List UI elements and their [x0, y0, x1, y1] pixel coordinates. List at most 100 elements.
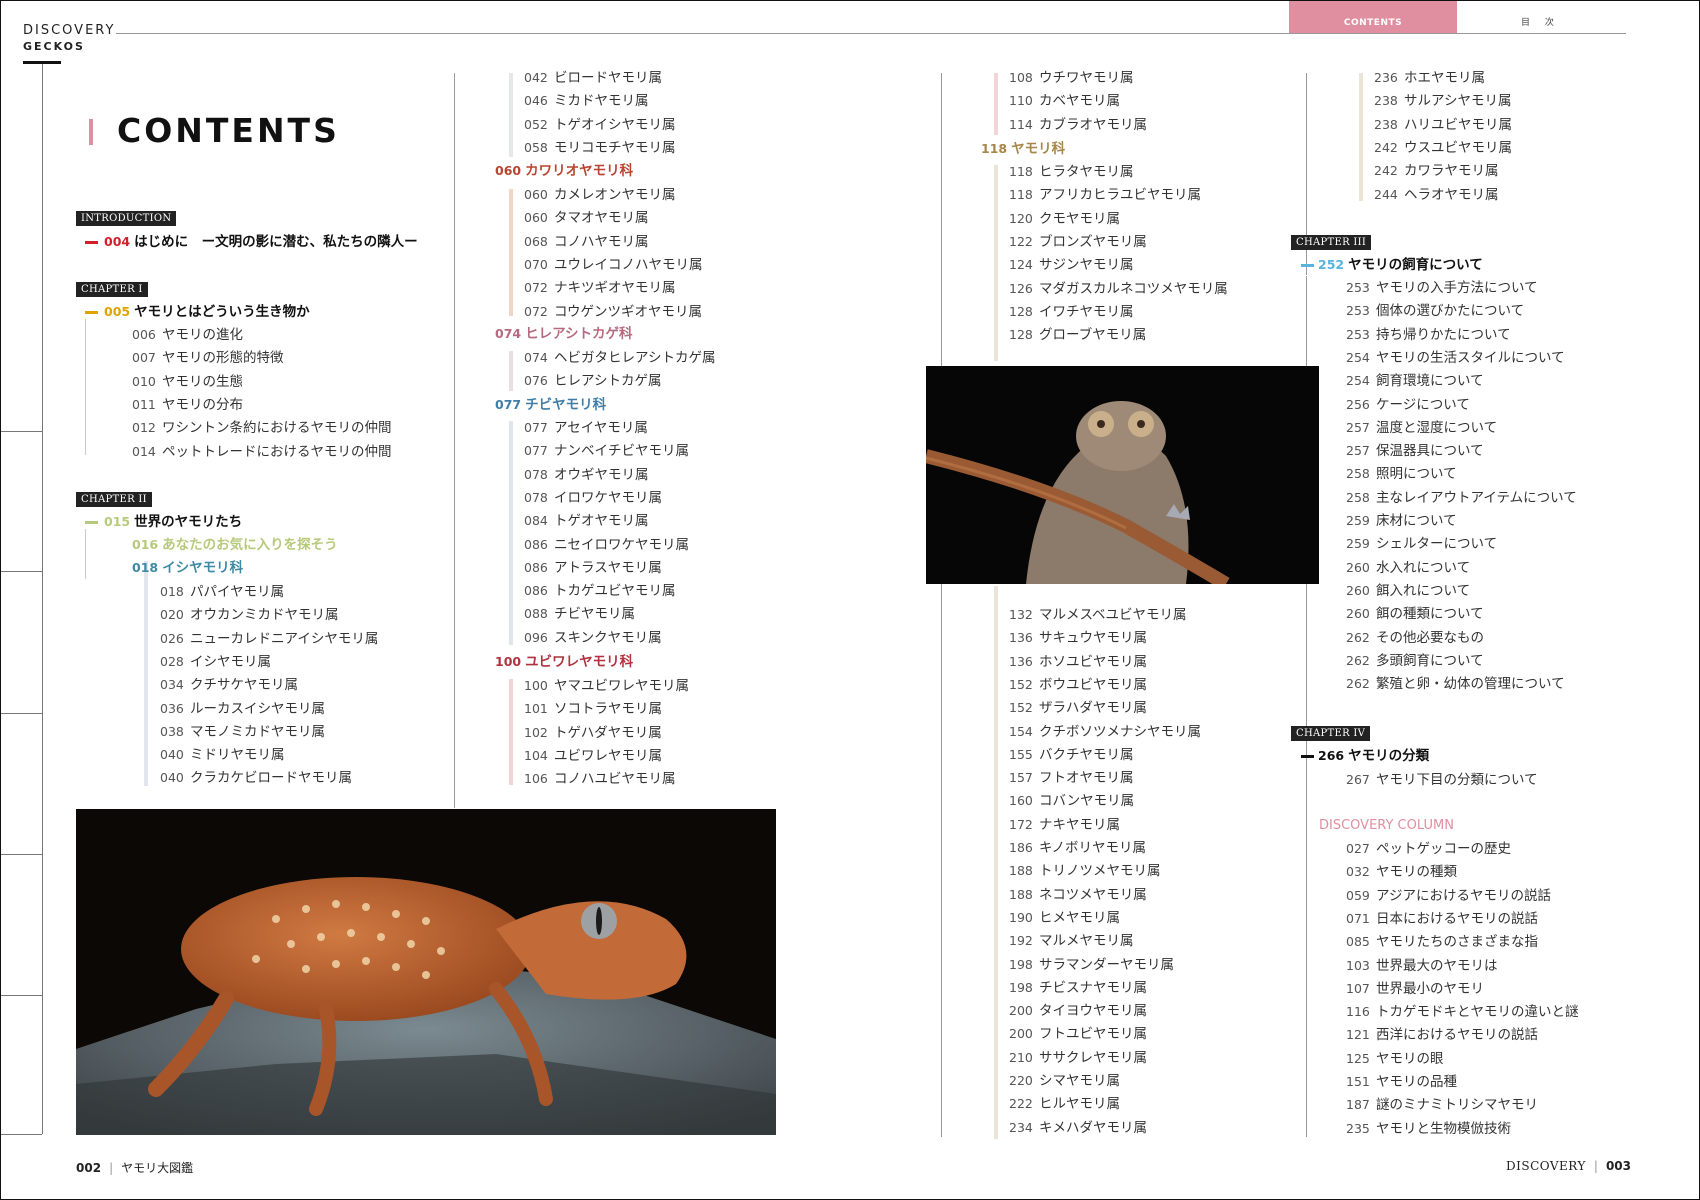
toc-entry[interactable]: 260 餌入れについて: [1346, 582, 1470, 600]
toc-entry[interactable]: 078 イロワケヤモリ属: [524, 489, 662, 507]
toc-entry[interactable]: 059 アジアにおけるヤモリの説話: [1346, 887, 1551, 905]
toc-entry[interactable]: 060 カメレオンヤモリ属: [524, 186, 676, 204]
toc-entry[interactable]: 253 持ち帰りかたについて: [1346, 326, 1511, 344]
toc-entry[interactable]: 088 チビヤモリ属: [524, 605, 635, 623]
toc-entry[interactable]: 188 ネコツメヤモリ属: [1009, 886, 1147, 904]
toc-entry[interactable]: 011 ヤモリの分布: [132, 396, 243, 414]
toc-entry[interactable]: 084 トゲオヤモリ属: [524, 512, 649, 530]
toc-entry[interactable]: 257 保温器具について: [1346, 442, 1484, 460]
toc-entry[interactable]: 038 マモノミカドヤモリ属: [160, 723, 325, 741]
toc-entry[interactable]: 258 主なレイアウトアイテムについて: [1346, 489, 1577, 507]
toc-entry[interactable]: 132 マルメスベユビヤモリ属: [1009, 606, 1187, 624]
toc-entry[interactable]: 100 ヤマユビワレヤモリ属: [524, 677, 689, 695]
toc-entry[interactable]: 235 ヤモリと生物模倣技術: [1346, 1120, 1511, 1138]
toc-entry[interactable]: 128 イワチヤモリ属: [1009, 303, 1134, 321]
toc-entry[interactable]: 042 ビロードヤモリ属: [524, 69, 662, 87]
toc-entry[interactable]: 256 ケージについて: [1346, 396, 1470, 414]
toc-entry[interactable]: 106 コノハユビヤモリ属: [524, 770, 676, 788]
toc-entry[interactable]: 190 ヒメヤモリ属: [1009, 909, 1120, 927]
toc-entry[interactable]: 032 ヤモリの種類: [1346, 863, 1457, 881]
toc-entry[interactable]: 010 ヤモリの生態: [132, 373, 243, 391]
toc-entry[interactable]: 126 マダガスカルネコツメヤモリ属: [1009, 280, 1228, 298]
toc-entry[interactable]: 086 アトラスヤモリ属: [524, 559, 662, 577]
toc-entry[interactable]: 157 フトオヤモリ属: [1009, 769, 1134, 787]
toc-entry[interactable]: 125 ヤモリの眼: [1346, 1050, 1444, 1068]
toc-entry[interactable]: 242 ウスユビヤモリ属: [1374, 139, 1512, 157]
toc-entry[interactable]: 108 ウチワヤモリ属: [1009, 69, 1134, 87]
toc-entry[interactable]: 077 アセイヤモリ属: [524, 419, 648, 437]
toc-entry[interactable]: 040 クラカケビロードヤモリ属: [160, 769, 352, 787]
toc-entry[interactable]: 020 オウカンミカドヤモリ属: [160, 606, 339, 624]
toc-entry[interactable]: 074 ヘビガタヒレアシトカゲ属: [524, 349, 715, 367]
toc-entry[interactable]: 257 温度と湿度について: [1346, 419, 1497, 437]
toc-entry[interactable]: 152 ボウユビヤモリ属: [1009, 676, 1147, 694]
toc-entry[interactable]: 258 照明について: [1346, 465, 1457, 483]
toc-entry[interactable]: 262 その他必要なもの: [1346, 629, 1484, 647]
toc-entry[interactable]: 259 シェルターについて: [1346, 535, 1497, 553]
toc-entry[interactable]: 253 個体の選びかたについて: [1346, 302, 1524, 320]
toc-entry[interactable]: 040 ミドリヤモリ属: [160, 746, 285, 764]
toc-entry[interactable]: 198 チビスナヤモリ属: [1009, 979, 1147, 997]
toc-entry[interactable]: 222 ヒルヤモリ属: [1009, 1095, 1120, 1113]
toc-entry[interactable]: 253 ヤモリの入手方法について: [1346, 279, 1538, 297]
toc-entry[interactable]: 026 ニューカレドニアイシヤモリ属: [160, 630, 378, 648]
toc-entry[interactable]: 151 ヤモリの品種: [1346, 1073, 1457, 1091]
toc-entry-chapter2[interactable]: 015 世界のヤモリたち: [104, 513, 242, 531]
toc-entry[interactable]: 267 ヤモリ下目の分類について: [1346, 771, 1538, 789]
toc-entry[interactable]: 085 ヤモリたちのさまざまな指: [1346, 933, 1538, 951]
toc-entry[interactable]: 046 ミカドヤモリ属: [524, 92, 649, 110]
toc-family-hireashitokage[interactable]: 074 ヒレアシトカゲ科: [495, 325, 633, 343]
toc-entry[interactable]: 012 ワシントン条約におけるヤモリの仲間: [132, 419, 392, 437]
toc-entry-intro[interactable]: 004 はじめに ー文明の影に潜む、私たちの隣人ー: [104, 233, 418, 251]
toc-entry[interactable]: 238 ハリユビヤモリ属: [1374, 116, 1512, 134]
toc-entry[interactable]: 262 繁殖と卵・幼体の管理について: [1346, 675, 1565, 693]
toc-entry[interactable]: 103 世界最大のヤモリは: [1346, 957, 1498, 975]
toc-entry[interactable]: 242 カワラヤモリ属: [1374, 162, 1499, 180]
toc-entry[interactable]: 254 飼育環境について: [1346, 372, 1484, 390]
toc-family-ishiyamori[interactable]: 018 イシヤモリ科: [132, 559, 243, 577]
toc-entry[interactable]: 110 カベヤモリ属: [1009, 92, 1120, 110]
toc-entry[interactable]: 259 床材について: [1346, 512, 1457, 530]
toc-entry[interactable]: 102 トゲハダヤモリ属: [524, 724, 662, 742]
toc-entry[interactable]: 014 ペットトレードにおけるヤモリの仲間: [132, 443, 392, 461]
toc-entry[interactable]: 136 サキュウヤモリ属: [1009, 629, 1147, 647]
toc-family-yubiwareyamori[interactable]: 100 ユビワレヤモリ科: [495, 653, 633, 671]
toc-entry[interactable]: 101 ソコトラヤモリ属: [524, 700, 662, 718]
toc-entry[interactable]: 028 イシヤモリ属: [160, 653, 271, 671]
toc-entry[interactable]: 058 モリコモチヤモリ属: [524, 139, 676, 157]
toc-entry[interactable]: 234 キメハダヤモリ属: [1009, 1119, 1147, 1137]
toc-entry[interactable]: 238 サルアシヤモリ属: [1374, 92, 1511, 110]
toc-entry[interactable]: 220 シマヤモリ属: [1009, 1072, 1120, 1090]
toc-entry[interactable]: 104 ユビワレヤモリ属: [524, 747, 662, 765]
toc-entry[interactable]: 200 タイヨウヤモリ属: [1009, 1002, 1147, 1020]
toc-entry[interactable]: 152 ザラハダヤモリ属: [1009, 699, 1147, 717]
toc-entry[interactable]: 086 トカゲユビヤモリ属: [524, 582, 676, 600]
toc-entry[interactable]: 027 ペットゲッコーの歴史: [1346, 840, 1511, 858]
toc-entry[interactable]: 077 ナンベイチビヤモリ属: [524, 442, 689, 460]
toc-entry[interactable]: 128 グローブヤモリ属: [1009, 326, 1146, 344]
toc-entry[interactable]: 018 パパイヤモリ属: [160, 583, 284, 601]
toc-entry[interactable]: 262 多頭飼育について: [1346, 652, 1484, 670]
toc-entry[interactable]: 072 ナキツギオヤモリ属: [524, 279, 676, 297]
toc-entry-chapter4[interactable]: 266 ヤモリの分類: [1318, 747, 1429, 765]
toc-entry[interactable]: 060 タマオヤモリ属: [524, 209, 649, 227]
toc-entry[interactable]: 120 クモヤモリ属: [1009, 210, 1120, 228]
toc-family-chibiyamori[interactable]: 077 チビヤモリ科: [495, 396, 606, 414]
tab-contents[interactable]: CONTENTS: [1289, 1, 1457, 33]
toc-entry[interactable]: 121 西洋におけるヤモリの説話: [1346, 1026, 1538, 1044]
toc-entry[interactable]: 236 ホエヤモリ属: [1374, 69, 1485, 87]
toc-entry[interactable]: 244 ヘラオヤモリ属: [1374, 186, 1499, 204]
toc-entry[interactable]: 114 カブラオヤモリ属: [1009, 116, 1147, 134]
toc-entry[interactable]: 036 ルーカスイシヤモリ属: [160, 700, 325, 718]
toc-entry[interactable]: 192 マルメヤモリ属: [1009, 932, 1134, 950]
toc-entry[interactable]: 107 世界最小のヤモリ: [1346, 980, 1484, 998]
toc-entry[interactable]: 072 コウゲンツギオヤモリ属: [524, 303, 702, 321]
toc-entry[interactable]: 187 謎のミナミトリシマヤモリ: [1346, 1096, 1538, 1114]
toc-entry[interactable]: 118 アフリカヒラユビヤモリ属: [1009, 186, 1201, 204]
toc-entry[interactable]: 155 バクチヤモリ属: [1009, 746, 1134, 764]
toc-entry[interactable]: 052 トゲオイシヤモリ属: [524, 116, 676, 134]
toc-entry[interactable]: 254 ヤモリの生活スタイルについて: [1346, 349, 1565, 367]
toc-entry[interactable]: 070 ユウレイコノハヤモリ属: [524, 256, 703, 274]
toc-entry[interactable]: 260 餌の種類について: [1346, 605, 1484, 623]
toc-entry[interactable]: 200 フトユビヤモリ属: [1009, 1025, 1147, 1043]
